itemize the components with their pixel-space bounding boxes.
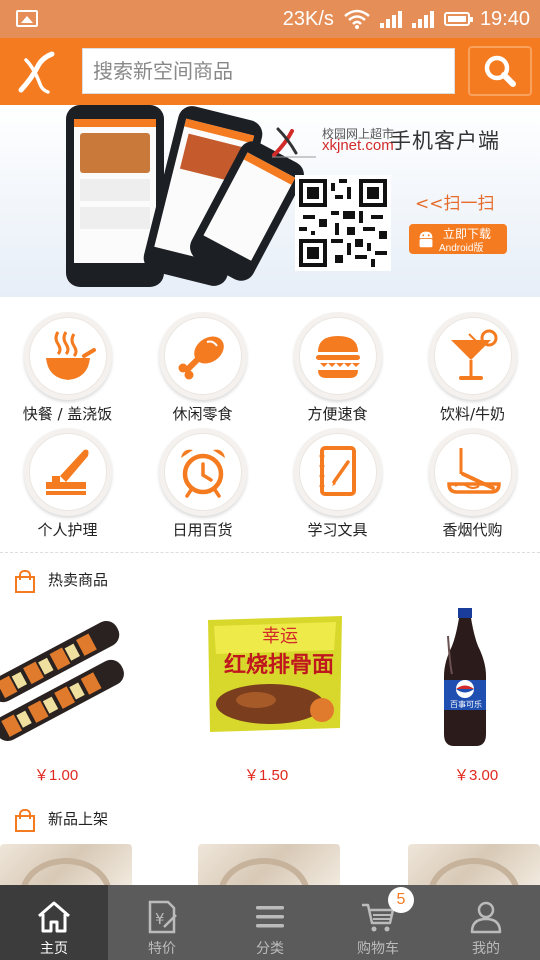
product-price: ￥1.50 bbox=[244, 767, 289, 784]
noodle-name: 红烧排骨面 bbox=[224, 652, 334, 678]
promo-banner[interactable]: 校园网上超市 xkjnet.com 手机客户端 <<扫一扫 立即下载 Andro… bbox=[0, 105, 540, 297]
alarm-clock-icon bbox=[181, 449, 225, 498]
scan-hint: <<扫一扫 bbox=[415, 194, 495, 214]
clock-time: 19:40 bbox=[479, 7, 530, 30]
search-box[interactable] bbox=[82, 48, 455, 94]
network-speed: 23K/s bbox=[282, 7, 334, 30]
category-label: 香烟代购 bbox=[442, 521, 503, 539]
category-label: 学习文具 bbox=[307, 521, 368, 539]
new-product-image[interactable] bbox=[198, 844, 340, 888]
tab-home[interactable]: 主页 bbox=[0, 885, 108, 960]
category-personal-care[interactable]: 个人护理 bbox=[0, 422, 135, 542]
divider bbox=[0, 552, 540, 553]
drumstick-icon bbox=[178, 336, 224, 380]
category-label: 日用百货 bbox=[172, 521, 233, 539]
category-fast-food[interactable]: 快餐 / 盖浇饭 bbox=[0, 306, 135, 426]
client-label: 手机客户端 bbox=[390, 129, 500, 153]
category-label: 快餐 / 盖浇饭 bbox=[22, 405, 113, 423]
category-grid: 快餐 / 盖浇饭 休闲零食 方便速食 饮料/牛奶 个人护理 日用百货 学习文具 … bbox=[0, 306, 540, 552]
instant-noodle-image: 幸运 红烧排骨面 bbox=[208, 616, 342, 732]
tab-cart[interactable]: 5 购物车 bbox=[324, 885, 432, 960]
category-label: 饮料/牛奶 bbox=[439, 405, 506, 423]
new-product-image[interactable] bbox=[0, 844, 132, 888]
category-drinks[interactable]: 饮料/牛奶 bbox=[405, 306, 540, 426]
shopping-bag-icon bbox=[14, 569, 35, 593]
section-title: 热卖商品 bbox=[48, 571, 109, 589]
search-icon bbox=[484, 55, 516, 87]
sausage-image bbox=[0, 620, 124, 741]
cart-count-badge: 5 bbox=[388, 887, 414, 913]
image-icon bbox=[16, 10, 38, 27]
site-url: xkjnet.com bbox=[322, 137, 394, 154]
section-header-hot[interactable]: 热卖商品 bbox=[14, 569, 109, 593]
tab-label: 我的 bbox=[472, 941, 500, 957]
category-instant-food[interactable]: 方便速食 bbox=[270, 306, 405, 426]
menu-icon bbox=[256, 906, 284, 928]
ashtray-icon bbox=[447, 448, 501, 494]
xkjnet-logo-icon bbox=[272, 127, 316, 158]
shopping-bag-icon bbox=[14, 808, 35, 832]
svg-text:¥: ¥ bbox=[155, 910, 165, 928]
new-product-image[interactable] bbox=[408, 844, 540, 888]
category-label: 休闲零食 bbox=[172, 405, 233, 423]
qr-code bbox=[295, 175, 391, 271]
tab-profile[interactable]: 我的 bbox=[432, 885, 540, 960]
tab-label: 主页 bbox=[40, 941, 68, 957]
section-header-new[interactable]: 新品上架 bbox=[14, 808, 109, 832]
category-cigarettes[interactable]: 香烟代购 bbox=[405, 422, 540, 542]
download-button[interactable]: 立即下载 Android版 bbox=[409, 224, 507, 254]
status-bar: 23K/s 19:40 bbox=[0, 0, 540, 38]
tab-specials[interactable]: ¥ 特价 bbox=[108, 885, 216, 960]
notebook-icon bbox=[319, 446, 356, 496]
product-image[interactable]: 百事可乐 bbox=[390, 606, 540, 756]
xkjnet-logo-icon[interactable] bbox=[18, 50, 60, 94]
search-button[interactable] bbox=[468, 46, 532, 96]
noodle-brand: 幸运 bbox=[262, 626, 298, 647]
category-label: 个人护理 bbox=[37, 521, 98, 539]
category-label: 方便速食 bbox=[307, 405, 368, 423]
site-logo: 校园网上超市 xkjnet.com bbox=[270, 121, 394, 166]
product-image[interactable] bbox=[0, 606, 140, 756]
top-header bbox=[0, 38, 540, 105]
burger-icon bbox=[316, 336, 360, 378]
android-icon bbox=[419, 231, 433, 248]
category-snacks[interactable]: 休闲零食 bbox=[135, 306, 270, 426]
home-icon bbox=[38, 901, 70, 933]
tab-label: 特价 bbox=[148, 941, 176, 957]
tab-label: 购物车 bbox=[357, 941, 399, 957]
category-stationery[interactable]: 学习文具 bbox=[270, 422, 405, 542]
price-tag-icon: ¥ bbox=[148, 900, 177, 934]
signal-icon bbox=[411, 10, 434, 28]
search-input[interactable] bbox=[83, 49, 454, 93]
android-label: Android版 bbox=[439, 243, 484, 254]
tab-categories[interactable]: 分类 bbox=[216, 885, 324, 960]
signal-icon bbox=[379, 10, 402, 28]
wifi-icon bbox=[344, 9, 370, 29]
bowl-icon bbox=[46, 331, 96, 380]
product-price: ￥1.00 bbox=[34, 767, 79, 784]
bottom-tab-bar: 主页 ¥ 特价 分类 5 购物车 我的 bbox=[0, 885, 540, 960]
section-title: 新品上架 bbox=[48, 810, 109, 828]
bottle-label: 百事可乐 bbox=[450, 699, 482, 709]
cocktail-icon bbox=[451, 329, 498, 380]
product-image[interactable]: 幸运 红烧排骨面 bbox=[200, 606, 350, 756]
product-price: ￥3.00 bbox=[454, 767, 499, 784]
battery-icon bbox=[443, 12, 473, 26]
category-daily-goods[interactable]: 日用百货 bbox=[135, 422, 270, 542]
lotion-icon bbox=[46, 449, 89, 495]
user-icon bbox=[470, 901, 502, 934]
tab-label: 分类 bbox=[256, 941, 284, 957]
pepsi-bottle-image: 百事可乐 bbox=[444, 608, 486, 746]
